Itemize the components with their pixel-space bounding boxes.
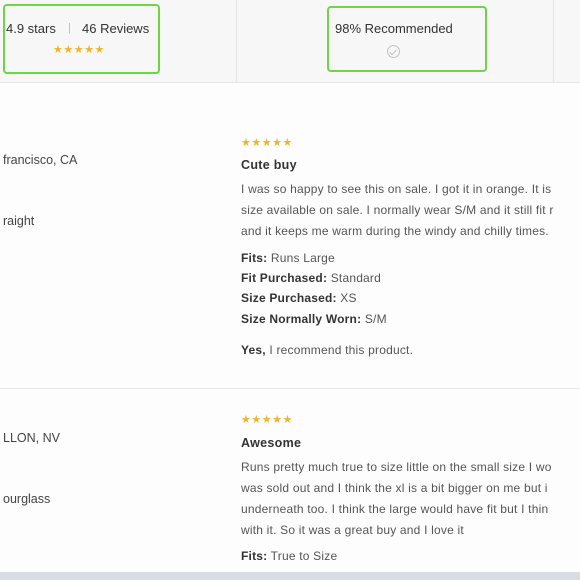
review-body-line: underneath too. I think the large would … xyxy=(241,502,549,516)
check-circle-icon xyxy=(387,45,400,58)
attr-size-purchased-label: Size Purchased: xyxy=(241,291,337,305)
rating-separator: | xyxy=(68,22,71,34)
reviews-count-link[interactable]: 46 Reviews xyxy=(82,21,149,36)
attr-fits-label: Fits: xyxy=(241,251,268,265)
review-stars-icon: ★★★★★ xyxy=(241,137,293,149)
review-body-line: Runs pretty much true to size little on … xyxy=(241,460,552,474)
attr-size-purchased: Size Purchased: XS xyxy=(241,291,357,305)
review-body-line: and it keeps me warm during the windy an… xyxy=(241,224,549,238)
recommended-text: 98% Recommended xyxy=(335,21,453,36)
reviewer-location: LLON, NV xyxy=(3,431,60,445)
reviewer-location: francisco, CA xyxy=(3,153,78,167)
attr-fit-purchased-label: Fit Purchased: xyxy=(241,271,328,285)
summary-divider xyxy=(236,0,237,82)
attr-size-normally-value: S/M xyxy=(364,312,387,326)
attr-fit-purchased: Fit Purchased: Standard xyxy=(241,271,381,285)
attr-fits-value: Runs Large xyxy=(270,251,335,265)
attr-size-normally: Size Normally Worn: S/M xyxy=(241,312,387,326)
recommend-statement: Yes, I recommend this product. xyxy=(241,343,413,357)
recommend-text: I recommend this product. xyxy=(269,343,414,357)
review-summary-bar: 4.9 stars | 46 Reviews ★★★★★ 98% Recomme… xyxy=(0,0,580,83)
attr-size-purchased-value: XS xyxy=(340,291,357,305)
review-stars-icon: ★★★★★ xyxy=(241,414,293,426)
reviewer-body-shape: raight xyxy=(3,214,35,228)
review-body-line: with it. So it was a great buy and I lov… xyxy=(241,523,464,537)
attr-fits: Fits: True to Size xyxy=(241,549,337,563)
rating-text: 4.9 stars xyxy=(6,21,56,36)
recommend-label: Yes, xyxy=(241,343,266,357)
recommended-highlight xyxy=(327,6,487,72)
summary-divider xyxy=(553,0,554,82)
attr-fit-purchased-value: Standard xyxy=(330,271,382,285)
attr-size-normally-label: Size Normally Worn: xyxy=(241,312,362,326)
horizontal-scrollbar[interactable] xyxy=(0,572,580,580)
review-body-line: was sold out and I think the xl is a bit… xyxy=(241,481,548,495)
review-divider xyxy=(0,388,580,389)
review-body-line: I was so happy to see this on sale. I go… xyxy=(241,182,552,196)
reviewer-body-shape: ourglass xyxy=(3,492,51,506)
rating-summary-highlight[interactable] xyxy=(3,4,160,74)
attr-fits: Fits: Runs Large xyxy=(241,251,335,265)
review-title: Cute buy xyxy=(241,158,297,172)
rating-stars-icon: ★★★★★ xyxy=(53,44,105,56)
review-body-line: size available on sale. I normally wear … xyxy=(241,203,554,217)
attr-fits-value: True to Size xyxy=(270,549,338,563)
attr-fits-label: Fits: xyxy=(241,549,268,563)
review-title: Awesome xyxy=(241,436,302,450)
